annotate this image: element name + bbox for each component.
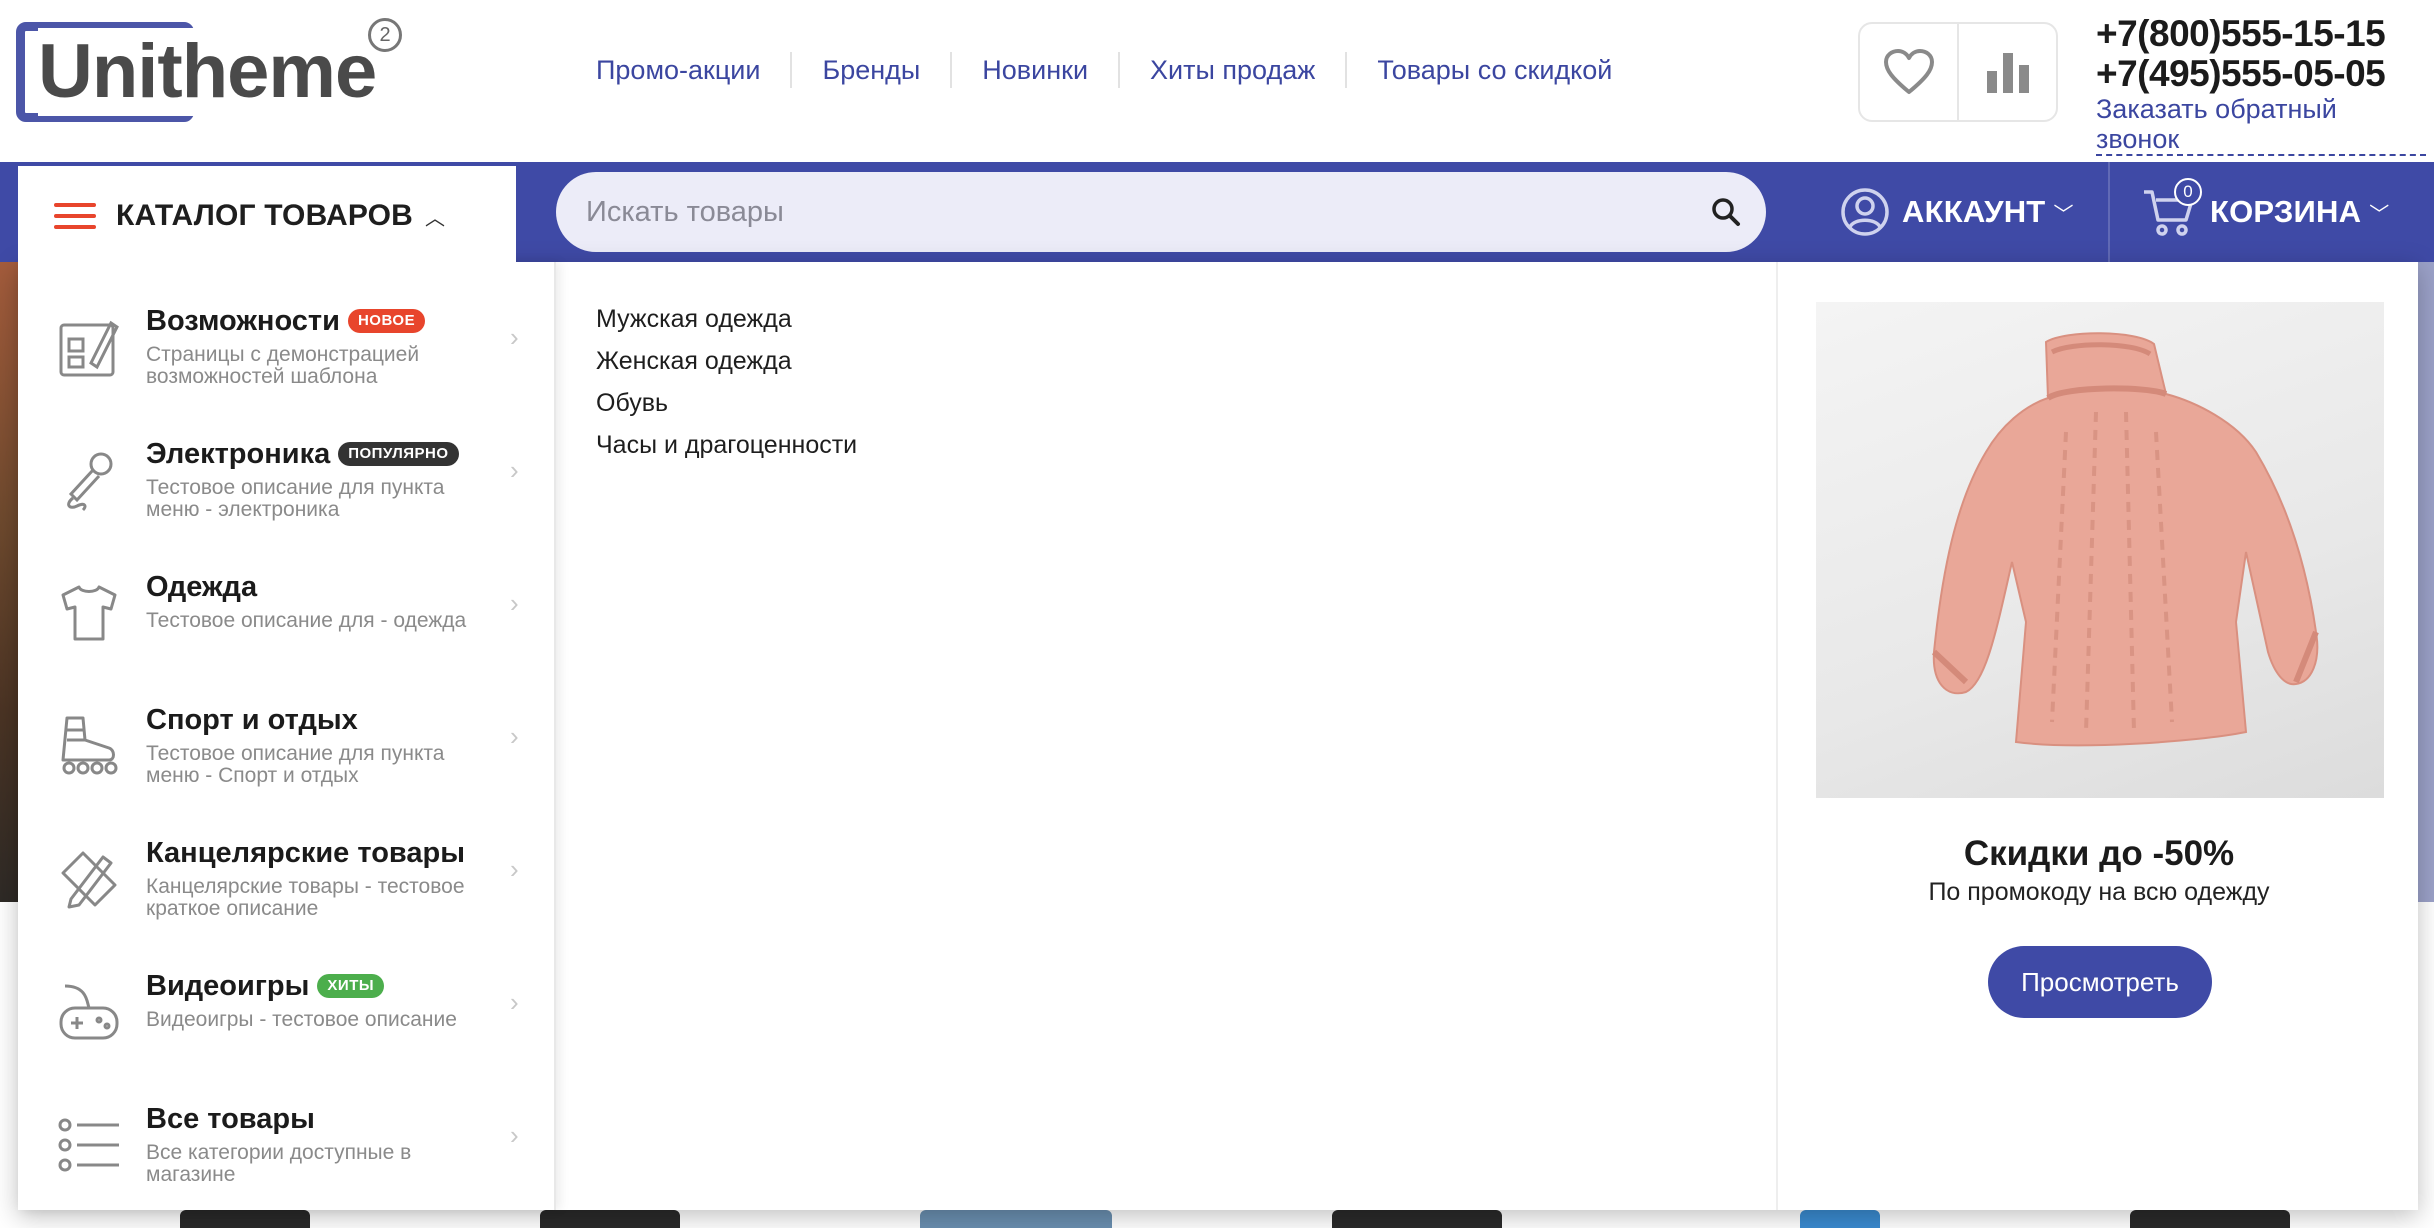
callback-link[interactable]: Заказать обратный звонок [2096,94,2426,156]
list-icon [54,1110,124,1180]
chevron-right-icon: › [510,854,519,884]
subcategory-link-watches[interactable]: Часы и драгоценности [596,424,857,466]
background-product [1332,1210,1502,1228]
background-product [540,1210,680,1228]
background-banner-edge [0,262,18,902]
chevron-right-icon: › [510,721,519,751]
search-bar [556,172,1766,252]
logo-text: Unitheme [38,28,381,116]
chevron-right-icon: › [510,1120,519,1150]
category-title: Электроника [146,438,331,470]
catalog-label: КАТАЛОГ ТОВАРОВ [116,199,414,232]
chevron-right-icon: › [510,588,519,618]
chevron-down-icon: ﹀ [2053,203,2074,226]
subcategory-link-shoes[interactable]: Обувь [596,382,857,424]
background-product [2130,1210,2290,1228]
top-navigation: Промо-акции Бренды Новинки Хиты продаж Т… [584,52,1642,88]
cart-button[interactable]: 0 КОРЗИНА ﹀ [2142,178,2390,242]
account-button[interactable]: АККАУНТ ﹀ [1840,186,2073,238]
logo[interactable]: Unitheme 2 [16,18,406,122]
promo-subtitle: По промокоду на всю одежду [1928,878,2270,906]
chevron-up-icon: ︿ [425,207,446,230]
phone-primary[interactable]: +7(800)555-15-15 [2096,14,2426,54]
promo-image[interactable] [1816,302,2384,798]
header-icon-group [1858,22,2058,122]
contacts: +7(800)555-15-15 +7(495)555-05-05 Заказа… [2096,14,2426,156]
account-label: АККАУНТ [1902,194,2046,229]
category-title: Канцелярские товары [146,837,465,869]
search-icon [1712,198,1740,226]
heart-icon [1883,49,1934,94]
category-description: Канцелярские товары - тестовое краткое о… [146,875,465,920]
cart-label: КОРЗИНА [2210,194,2362,229]
promo-title: Скидки до -50% [1963,834,2235,873]
pencil-icon [54,844,124,914]
bar-divider [2108,162,2110,262]
catalog-button[interactable]: КАТАЛОГ ТОВАРОВ ︿ [18,166,516,266]
site-header: Unitheme 2 Промо-акции Бренды Новинки Хи… [0,0,2434,162]
category-description: Тестовое описание для пункта меню - элек… [146,476,445,521]
chevron-right-icon: › [510,987,519,1017]
tshirt-icon [54,578,124,648]
category-item-stationery[interactable]: Канцелярские товары Канцелярские товары … [18,802,554,935]
bar-chart-icon [1986,53,2029,93]
category-title: Одежда [146,571,258,603]
phone-secondary[interactable]: +7(495)555-05-05 [2096,54,2426,94]
category-item-all[interactable]: Все товары Все категории доступные в маг… [18,1068,554,1201]
cart-count-badge: 0 [2174,178,2202,206]
category-description: Все категории доступные в магазине [146,1141,412,1186]
category-title: Все товары [146,1103,315,1135]
burger-menu-icon [54,203,96,229]
promo-view-button[interactable]: Просмотреть [1988,946,2212,1018]
badge-new: НОВОЕ [347,309,426,333]
logo-version-badge: 2 [368,18,402,52]
nav-link-bestsellers[interactable]: Хиты продаж [1118,52,1345,88]
wishlist-button[interactable] [1860,24,1957,120]
category-description: Страницы с демонстрацией возможностей ша… [146,343,420,388]
category-description: Тестовое описание для - одежда [146,609,467,632]
layout-edit-icon [54,312,124,382]
chevron-right-icon: › [510,455,519,485]
chevron-right-icon: › [510,322,519,352]
category-title: Видеоигры [146,970,310,1002]
category-description: Видеоигры - тестовое описание [146,1008,457,1031]
category-list: Возможности НОВОЕ Страницы с демонстраци… [18,262,556,1210]
background-banner-edge-right [2418,262,2434,902]
subcategory-link-womens[interactable]: Женская одежда [596,340,857,382]
category-item-features[interactable]: Возможности НОВОЕ Страницы с демонстраци… [18,270,554,403]
category-item-electronics[interactable]: Электроника ПОПУЛЯРНО Тестовое описание … [18,403,554,536]
catalog-dropdown: Возможности НОВОЕ Страницы с демонстраци… [18,262,2418,1210]
background-product [180,1210,310,1228]
gamepad-icon [54,977,124,1047]
search-button[interactable] [1686,172,1766,252]
category-title: Спорт и отдых [146,704,358,736]
category-description: Тестовое описание для пункта меню - Спор… [146,742,445,787]
badge-popular: ПОПУЛЯРНО [338,442,459,466]
nav-link-new[interactable]: Новинки [950,52,1118,88]
subcategory-list: Мужская одежда Женская одежда Обувь Часы… [596,298,857,466]
nav-link-brands[interactable]: Бренды [790,52,950,88]
category-item-sport[interactable]: Спорт и отдых Тестовое описание для пунк… [18,669,554,802]
subcategory-link-mens[interactable]: Мужская одежда [596,298,857,340]
category-title: Возможности [146,305,340,337]
user-circle-icon [1841,188,1889,236]
background-product [1800,1210,1880,1228]
background-product [920,1210,1112,1228]
nav-link-promo[interactable]: Промо-акции [584,52,790,88]
category-item-videogames[interactable]: Видеоигры ХИТЫ Видеоигры - тестовое опис… [18,935,554,1068]
search-input[interactable] [586,195,1686,229]
sweater-illustration [1931,332,2319,747]
promo-banner: Скидки до -50% По промокоду на всю одежд… [1776,262,2418,1210]
cart-icon-wrap: 0 [2142,178,2202,238]
chevron-down-icon: ﹀ [2369,203,2390,226]
badge-hits: ХИТЫ [317,974,385,998]
rollerskate-icon [54,711,124,781]
microphone-icon [54,445,124,515]
category-item-clothing[interactable]: Одежда Тестовое описание для - одежда › [18,536,554,669]
nav-link-discounts[interactable]: Товары со скидкой [1345,52,1642,88]
compare-button[interactable] [1957,24,2056,120]
